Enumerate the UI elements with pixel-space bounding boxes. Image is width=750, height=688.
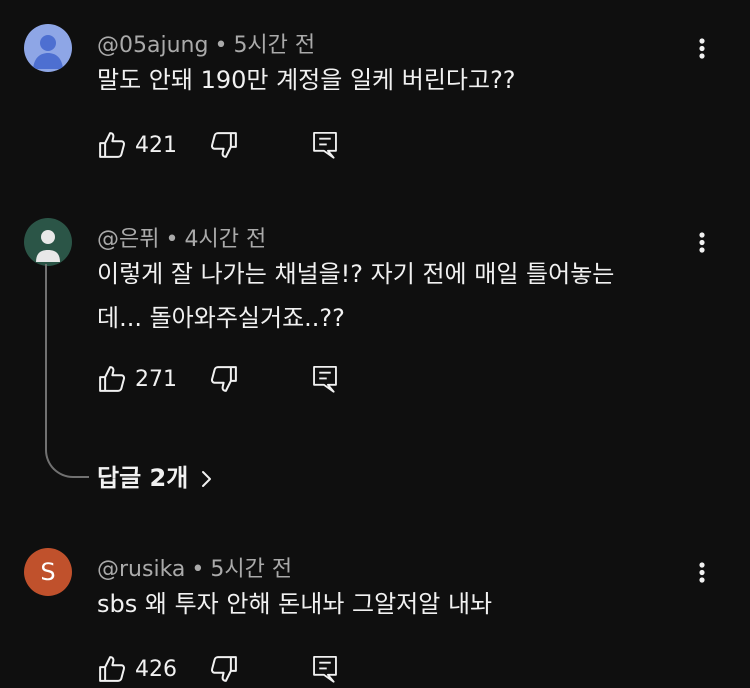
person-avatar-icon bbox=[24, 24, 72, 72]
thumbs-up-icon[interactable] bbox=[97, 364, 127, 394]
like-count: 271 bbox=[135, 367, 177, 392]
avatar[interactable] bbox=[24, 24, 72, 72]
more-options-button[interactable] bbox=[690, 37, 714, 71]
more-vert-icon bbox=[699, 562, 705, 583]
comment-author[interactable]: @05ajung bbox=[97, 33, 208, 58]
avatar[interactable] bbox=[24, 218, 72, 266]
avatar-letter: S bbox=[40, 558, 56, 586]
separator-dot: • bbox=[191, 557, 205, 582]
view-replies-button[interactable]: 답글 2개 bbox=[97, 458, 214, 493]
person-avatar-icon bbox=[24, 218, 72, 266]
thumbs-down-icon[interactable] bbox=[209, 130, 239, 160]
chevron-right-icon bbox=[202, 471, 212, 487]
thumbs-down-icon[interactable] bbox=[209, 364, 239, 394]
comment-meta: @05ajung • 5시간 전 bbox=[97, 27, 315, 59]
comment-meta: @은퓌 • 4시간 전 bbox=[97, 221, 266, 253]
comment-author[interactable]: @rusika bbox=[97, 557, 185, 582]
reply-icon[interactable] bbox=[311, 364, 339, 394]
comment-text: sbs 왜 투자 안해 돈내놔 그알저알 내놔 bbox=[97, 590, 493, 618]
comment-text: 말도 안돼 190만 계정을 일케 버린다고?? bbox=[97, 66, 516, 94]
comment-author[interactable]: @은퓌 bbox=[97, 227, 159, 252]
more-vert-icon bbox=[699, 232, 705, 253]
comment-time[interactable]: 5시간 전 bbox=[210, 557, 292, 582]
more-options-button[interactable] bbox=[690, 561, 714, 595]
separator-dot: • bbox=[165, 227, 179, 252]
like-count: 421 bbox=[135, 133, 177, 158]
avatar[interactable]: S bbox=[24, 548, 72, 596]
comment-time[interactable]: 5시간 전 bbox=[233, 33, 315, 58]
comment-text: 이렇게 잘 나가는 채널을!? 자기 전에 매일 틀어놓는 데... 돌아와주실… bbox=[97, 252, 687, 340]
replies-label: 답글 2개 bbox=[97, 464, 189, 492]
separator-dot: • bbox=[214, 33, 228, 58]
reply-icon[interactable] bbox=[311, 130, 339, 160]
comment-time[interactable]: 4시간 전 bbox=[184, 227, 266, 252]
thread-line bbox=[45, 264, 89, 478]
thumbs-up-icon[interactable] bbox=[97, 130, 127, 160]
like-count: 426 bbox=[135, 657, 177, 682]
comment-text-line: 데... 돌아와주실거죠..?? bbox=[97, 304, 345, 332]
more-options-button[interactable] bbox=[690, 231, 714, 265]
comment-meta: @rusika • 5시간 전 bbox=[97, 551, 292, 583]
comment-text-line: 이렇게 잘 나가는 채널을!? 자기 전에 매일 틀어놓는 bbox=[97, 260, 615, 288]
more-vert-icon bbox=[699, 38, 705, 59]
